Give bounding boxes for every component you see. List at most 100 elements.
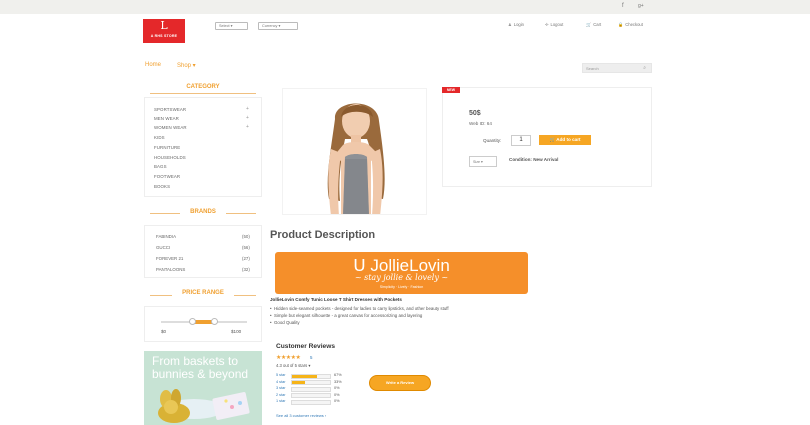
expand-plus-icon[interactable]: + bbox=[246, 115, 249, 121]
histogram-star-label[interactable]: 5 star bbox=[276, 373, 286, 377]
histogram-bar-fill bbox=[292, 381, 305, 384]
promo-banner[interactable]: From baskets to bunnies & beyond bbox=[144, 351, 262, 425]
histogram-bar[interactable] bbox=[291, 386, 331, 392]
expand-plus-icon[interactable]: + bbox=[246, 124, 249, 130]
product-description-heading: Product Description bbox=[270, 229, 376, 241]
review-count-link[interactable]: 5 bbox=[310, 355, 312, 360]
product-info-panel: 50$ Web ID: 64 Quantity: 1 🛒 Add to cart… bbox=[442, 87, 652, 187]
brand-gucci[interactable]: GUCCI bbox=[156, 245, 170, 250]
category-furniture[interactable]: FURNITURE bbox=[154, 145, 180, 150]
expand-plus-icon[interactable]: + bbox=[246, 106, 249, 112]
search-input[interactable]: Search ⌕ bbox=[582, 63, 652, 73]
feature-text: Hidden side-seamed pockets - designed fo… bbox=[273, 306, 449, 311]
user-icon: ♟ bbox=[508, 22, 512, 27]
cart-icon: 🛒 bbox=[549, 137, 556, 142]
histogram-bar[interactable] bbox=[291, 373, 331, 379]
category-men-wear[interactable]: MEN WEAR bbox=[154, 116, 179, 121]
web-id: Web ID: 64 bbox=[469, 121, 492, 126]
search-icon[interactable]: ⌕ bbox=[643, 65, 646, 71]
brand-count: (32) bbox=[242, 267, 250, 272]
google-plus-icon[interactable]: g+ bbox=[638, 3, 644, 9]
category-kids[interactable]: KIDS bbox=[154, 135, 165, 140]
feature-bullet: • Hidden side-seamed pockets - designed … bbox=[270, 306, 449, 311]
histogram-star-label[interactable]: 2 star bbox=[276, 393, 286, 397]
category-sportswear[interactable]: SPORTSWEAR bbox=[154, 107, 186, 112]
category-books[interactable]: BOOKS bbox=[154, 184, 170, 189]
brand-pantaloons[interactable]: PANTALOONS bbox=[156, 267, 185, 272]
store-logo[interactable]: L A RHS STORE bbox=[143, 19, 185, 43]
cart-link[interactable]: 🛒 Cart bbox=[586, 22, 601, 28]
logout-link[interactable]: ✣ Logout bbox=[545, 22, 563, 27]
login-link[interactable]: ♟ Login bbox=[508, 22, 524, 27]
histogram-percent: 33% bbox=[334, 379, 342, 384]
histogram-star-label[interactable]: 3 star bbox=[276, 386, 286, 390]
facebook-icon[interactable]: f bbox=[622, 3, 624, 9]
size-select[interactable]: Size ▾ bbox=[469, 156, 497, 167]
histogram-percent: 0% bbox=[334, 399, 340, 403]
histogram-star-label[interactable]: 4 star bbox=[276, 380, 286, 384]
logo-glyph: L bbox=[160, 19, 168, 32]
brand-count: (56) bbox=[242, 245, 250, 250]
nav-home[interactable]: Home bbox=[145, 62, 161, 68]
model-illustration bbox=[327, 103, 385, 214]
product-price: 50$ bbox=[469, 110, 481, 117]
brands-list: FABINDIA (50) GUCCI (56) FOREVER 21 (27)… bbox=[144, 225, 262, 278]
category-women-wear[interactable]: WOMEN WEAR bbox=[154, 125, 187, 130]
brand-fabindia[interactable]: FABINDIA bbox=[156, 234, 176, 239]
see-all-reviews-link[interactable]: See all 3 customer reviews › bbox=[276, 413, 326, 418]
brand-banner: ᑌ JollieLovin ~ stay jollie & lovely ~ S… bbox=[275, 252, 528, 294]
feature-text: Simple but elegant silhouette - a great … bbox=[273, 313, 423, 318]
histogram-percent: 0% bbox=[334, 386, 340, 390]
category-footwear[interactable]: FOOTWEAR bbox=[154, 174, 180, 179]
price-range-box: $0 $100 bbox=[144, 306, 262, 342]
logout-label: Logout bbox=[550, 22, 564, 27]
divider bbox=[226, 213, 256, 214]
quantity-input[interactable]: 1 bbox=[511, 135, 531, 146]
nav-shop[interactable]: Shop ▾ bbox=[177, 62, 196, 69]
price-min-label: $0 bbox=[161, 329, 167, 334]
price-slider-max-handle[interactable] bbox=[211, 318, 218, 325]
histogram-bar[interactable] bbox=[291, 393, 331, 398]
checkout-label: Checkout bbox=[625, 22, 643, 27]
product-image[interactable] bbox=[282, 88, 427, 215]
histogram-bar[interactable] bbox=[291, 399, 331, 405]
divider bbox=[234, 295, 256, 296]
rating-summary[interactable]: 4.3 out of 5 stars ▾ bbox=[276, 363, 310, 368]
category-list: SPORTSWEAR + MEN WEAR + WOMEN WEAR + KID… bbox=[144, 97, 262, 197]
logo-text: A RHS STORE bbox=[150, 34, 178, 38]
histogram-star-label[interactable]: 1 star bbox=[276, 399, 286, 403]
feature-bullet: • Good Quality bbox=[270, 320, 300, 325]
top-bar bbox=[0, 0, 810, 14]
banner-subtext: Simplicity · Lively · Fashion bbox=[379, 285, 424, 289]
category-bags[interactable]: BAGS bbox=[154, 164, 167, 169]
add-to-cart-button[interactable]: 🛒 Add to cart bbox=[539, 135, 591, 145]
histogram-bar-fill bbox=[292, 374, 318, 378]
product-title: JollieLovin Comfy Tunic Loose T Shirt Dr… bbox=[270, 297, 402, 302]
histogram-percent: 67% bbox=[334, 373, 342, 377]
quantity-label: Quantity: bbox=[483, 138, 502, 143]
add-to-cart-label: Add to cart bbox=[556, 137, 581, 142]
brand-count: (27) bbox=[242, 256, 250, 261]
condition-text: Condition: New Arrival bbox=[509, 157, 559, 162]
category-heading: CATEGORY bbox=[186, 84, 220, 90]
checkout-link[interactable]: 🔒 Checkout bbox=[618, 22, 643, 28]
rating-stars-icon: ★★★★★ bbox=[276, 355, 301, 361]
histogram-bar[interactable] bbox=[291, 380, 331, 385]
brand-forever-21[interactable]: FOREVER 21 bbox=[156, 256, 183, 261]
feature-text: Good Quality bbox=[273, 320, 300, 325]
banner-tagline: ~ stay jollie & lovely ~ bbox=[354, 273, 449, 282]
search-placeholder: Search bbox=[586, 66, 599, 71]
price-max-label: $100 bbox=[231, 329, 242, 334]
category-households[interactable]: HOUSEHOLDS bbox=[154, 155, 186, 160]
cart-label: Cart bbox=[593, 22, 602, 27]
login-label: Login bbox=[513, 22, 525, 27]
country-select[interactable]: Select ▾ bbox=[215, 22, 248, 30]
write-review-button[interactable]: Write a Review bbox=[369, 375, 431, 391]
price-slider-min-handle[interactable] bbox=[189, 318, 196, 325]
cart-icon: 🛒 bbox=[586, 22, 592, 27]
histogram-percent: 0% bbox=[334, 392, 340, 397]
brand-count: (50) bbox=[242, 234, 250, 239]
brands-heading: BRANDS bbox=[190, 209, 216, 215]
currency-select[interactable]: Currency ▾ bbox=[258, 22, 298, 30]
new-badge: NEW bbox=[442, 87, 460, 93]
